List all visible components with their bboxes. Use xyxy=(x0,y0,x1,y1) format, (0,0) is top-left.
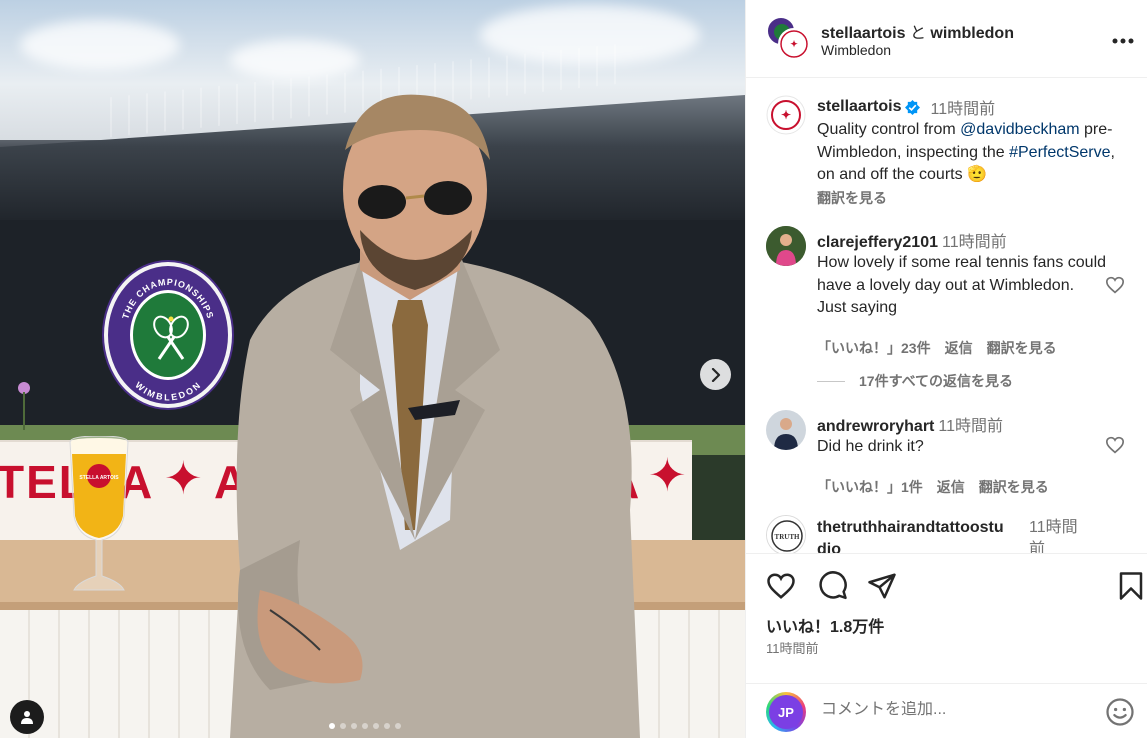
andrewroryhart-avatar[interactable] xyxy=(766,410,806,450)
carousel-dot xyxy=(351,723,357,729)
comment-input[interactable] xyxy=(821,701,1091,719)
see-translation-link[interactable]: 翻訳を見る xyxy=(817,188,1137,208)
more-horizontal-icon xyxy=(1112,38,1134,44)
more-options-button[interactable] xyxy=(1112,24,1134,50)
comment-username-line2: dio xyxy=(817,541,841,553)
current-user-avatar-text: JP xyxy=(769,695,803,729)
heart-icon[interactable] xyxy=(766,571,796,601)
carousel-dot xyxy=(373,723,379,729)
chevron-right-icon xyxy=(711,367,720,382)
post-location[interactable]: Wimbledon xyxy=(821,42,891,58)
comment-like-heart-icon[interactable] xyxy=(1105,436,1125,454)
comment-actions: 「いいね！」1件 返信 翻訳を見る xyxy=(817,477,1107,497)
caption-text-part1: Quality control from xyxy=(817,121,961,138)
wimbledon-logo-bottom-text: WIMBLEDON xyxy=(133,380,202,403)
comment-username[interactable]: thetruthhairandtattoostu dio xyxy=(817,517,1027,553)
comment-icon[interactable] xyxy=(818,571,848,601)
send-icon[interactable] xyxy=(867,571,897,601)
comment-text: How lovely if some real tennis fans coul… xyxy=(817,254,1107,316)
bookmark-icon[interactable] xyxy=(1116,571,1146,601)
author-link-stellaartois[interactable]: stellaartois xyxy=(821,25,905,42)
crossed-rackets-icon xyxy=(153,315,189,360)
salute-emoji: 🫡 xyxy=(967,166,987,183)
user-tag-button[interactable] xyxy=(10,700,44,734)
carousel-indicator xyxy=(329,723,401,729)
caption-username[interactable]: stellaartois xyxy=(817,98,901,116)
comments-section[interactable]: ✦ stellaartois 11時間前 Quality control fro… xyxy=(746,79,1147,553)
carousel-dot xyxy=(362,723,368,729)
flower-decoration xyxy=(18,382,30,430)
see-translation-link[interactable]: 翻訳を見る xyxy=(987,338,1057,358)
person-in-suit xyxy=(230,94,640,738)
post-authors: stellaartois と wimbledon xyxy=(821,19,1014,43)
user-tag-icon xyxy=(21,711,33,724)
hashtag-link[interactable]: #PerfectServe xyxy=(1009,144,1110,161)
comment-time-line1: 11時間 xyxy=(1029,519,1078,536)
comment-likes-count[interactable]: 「いいね！」1件 xyxy=(817,477,923,497)
likes-count[interactable]: いいね！1.8万件 xyxy=(766,613,884,637)
comment-username-line1: thetruthhairandtattoostu xyxy=(817,519,1004,536)
comment-username[interactable]: andrewroryhart xyxy=(817,418,934,435)
emoji-icon[interactable] xyxy=(1105,697,1135,727)
clarejeffery2101-avatar[interactable] xyxy=(766,226,806,266)
comment-time: 11時間前 xyxy=(941,234,1007,251)
comment-time: 11時間前 xyxy=(938,418,1003,435)
carousel-dot xyxy=(329,723,335,729)
reply-button[interactable]: 返信 xyxy=(937,477,965,497)
mention-link[interactable]: @davidbeckham xyxy=(960,121,1079,138)
svg-text:✦: ✦ xyxy=(790,39,798,49)
comment-actions: 「いいね！」23件 返信 翻訳を見る xyxy=(817,338,1107,358)
comment-text: Did he drink it? xyxy=(817,438,924,455)
author-link-wimbledon[interactable]: wimbledon xyxy=(930,25,1014,42)
beer-glass: STELLA ARTOIS xyxy=(69,436,129,591)
comment-time-line2: 前 xyxy=(1029,541,1046,553)
glass-label: STELLA ARTOIS xyxy=(79,475,119,481)
caption: stellaartois 11時間前 Quality control from … xyxy=(817,95,1137,208)
stella-star-icon: ✦ xyxy=(648,449,687,501)
post-actions: いいね！1.8万件 11時間前 xyxy=(746,553,1147,683)
next-photo-button[interactable] xyxy=(700,359,731,390)
stella-star-icon: ✦ xyxy=(164,452,203,504)
thetruthhairandtattoostudio-avatar[interactable]: TRUTH xyxy=(766,515,806,553)
current-user-avatar: JP xyxy=(766,692,806,732)
carousel-dot xyxy=(340,723,346,729)
post-time[interactable]: 11時間前 xyxy=(766,638,819,657)
post-side-panel: ✦ stellaartois と wimbledon Wimbledon ✦ s… xyxy=(745,0,1147,738)
comment-username[interactable]: clarejeffery2101 xyxy=(817,234,938,251)
see-translation-link[interactable]: 翻訳を見る xyxy=(979,477,1049,497)
comment: thetruthhairandtattoostu dio xyxy=(817,517,1027,553)
carousel-dot xyxy=(395,723,401,729)
view-replies-text: 17件すべての返信を見る xyxy=(859,373,1014,389)
view-replies-button[interactable]: 17件すべての返信を見る xyxy=(817,371,1013,391)
comment-like-heart-icon[interactable] xyxy=(1105,276,1125,294)
carousel-dot xyxy=(384,723,390,729)
comment-time: 11時間 前 xyxy=(1029,517,1078,553)
add-comment-bar: JP xyxy=(746,683,1147,738)
verified-badge-icon xyxy=(905,99,921,115)
comment: clarejeffery2101 11時間前 How lovely if some… xyxy=(817,228,1107,358)
svg-text:TRUTH: TRUTH xyxy=(775,533,800,541)
caption-time: 11時間前 xyxy=(930,101,996,118)
post-header: ✦ stellaartois と wimbledon Wimbledon xyxy=(746,0,1147,78)
caption-text: Quality control from @davidbeckham pre-W… xyxy=(817,119,1137,187)
cloud xyxy=(20,20,180,70)
comment-likes-count[interactable]: 「いいね！」23件 xyxy=(817,338,931,358)
stellaartois-avatar: ✦ xyxy=(778,28,810,60)
collab-avatars[interactable]: ✦ xyxy=(766,16,810,60)
post-photo: THE CHAMPIONSHIPS WIMBLEDON TELLA ✦ A A … xyxy=(0,0,745,738)
svg-text:WIMBLEDON: WIMBLEDON xyxy=(133,380,203,403)
comment: andrewroryhart 11時間前 Did he drink it? 「いい… xyxy=(817,412,1107,497)
author-connector: と xyxy=(909,25,926,42)
reply-button[interactable]: 返信 xyxy=(945,338,973,358)
stellaartois-avatar[interactable]: ✦ xyxy=(766,95,806,135)
svg-text:✦: ✦ xyxy=(781,108,791,122)
